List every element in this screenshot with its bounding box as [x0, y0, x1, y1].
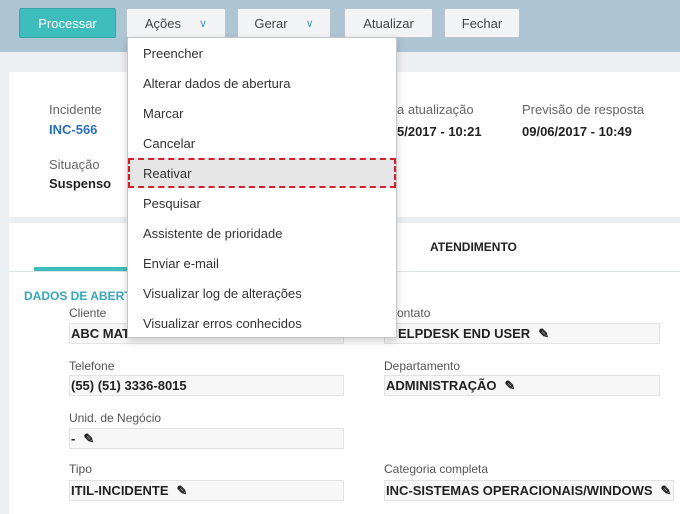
- categoria-label: Categoria completa: [384, 462, 489, 476]
- contato-label: ontato: [397, 306, 431, 320]
- contato-value: ELPDESK END USER: [398, 326, 531, 341]
- incidente-label: Incidente: [49, 102, 102, 117]
- unidade-field[interactable]: - ✎: [69, 428, 344, 449]
- tipo-label: Tipo: [69, 462, 92, 476]
- fechar-button[interactable]: Fechar: [444, 8, 520, 38]
- departamento-value: ADMINISTRAÇÃO: [386, 378, 497, 393]
- acoes-dropdown-menu: Preencher Alterar dados de abertura Marc…: [127, 37, 397, 338]
- previsao-label: Previsão de resposta: [522, 102, 645, 117]
- chevron-down-icon: ∨: [305, 17, 314, 30]
- atualizar-button[interactable]: Atualizar: [344, 8, 433, 38]
- menu-item-assistente-prioridade[interactable]: Assistente de prioridade: [128, 218, 396, 248]
- gerar-label: Gerar: [254, 15, 288, 31]
- pencil-icon[interactable]: ✎: [177, 483, 188, 499]
- menu-item-preencher[interactable]: Preencher: [128, 38, 396, 68]
- menu-item-cancelar[interactable]: Cancelar: [128, 128, 396, 158]
- menu-item-visualizar-log[interactable]: Visualizar log de alterações: [128, 278, 396, 308]
- chevron-down-icon: ∨: [199, 17, 208, 30]
- departamento-label: Departamento: [384, 359, 461, 373]
- pencil-icon[interactable]: ✎: [661, 483, 672, 499]
- departamento-field[interactable]: ADMINISTRAÇÃO ✎: [384, 375, 660, 396]
- unidade-value: -: [71, 431, 76, 446]
- contato-field[interactable]: ELPDESK END USER ✎: [384, 323, 660, 344]
- categoria-value: INC-SISTEMAS OPERACIONAIS/WINDOWS: [386, 483, 653, 498]
- atualizacao-value: 5/2017 - 10:21: [397, 124, 482, 139]
- menu-item-alterar-dados-abertura[interactable]: Alterar dados de abertura: [128, 68, 396, 98]
- fechar-label: Fechar: [461, 15, 503, 31]
- processar-button[interactable]: Processar: [19, 8, 116, 38]
- telefone-label: Telefone: [69, 359, 115, 373]
- menu-item-enviar-email[interactable]: Enviar e-mail: [128, 248, 396, 278]
- atualizar-label: Atualizar: [363, 15, 414, 31]
- tipo-field[interactable]: ITIL-INCIDENTE ✎: [69, 480, 344, 501]
- section-dados-abertura-title: DADOS DE ABERT: [24, 289, 132, 303]
- incidente-link[interactable]: INC-566: [49, 122, 97, 137]
- menu-item-visualizar-erros[interactable]: Visualizar erros conhecidos: [128, 308, 396, 338]
- menu-item-reativar[interactable]: Reativar: [128, 158, 396, 188]
- situacao-value: Suspenso: [49, 176, 112, 191]
- situacao-label: Situação: [49, 157, 100, 172]
- pencil-icon[interactable]: ✎: [83, 431, 94, 447]
- telefone-value: (55) (51) 3336-8015: [71, 378, 187, 393]
- menu-item-marcar[interactable]: Marcar: [128, 98, 396, 128]
- tipo-value: ITIL-INCIDENTE: [71, 483, 169, 498]
- acoes-button[interactable]: Ações ∨: [126, 8, 226, 38]
- previsao-value: 09/06/2017 - 10:49: [522, 124, 632, 139]
- categoria-field[interactable]: INC-SISTEMAS OPERACIONAIS/WINDOWS ✎: [384, 480, 674, 501]
- acoes-label: Ações: [144, 15, 182, 31]
- processar-label: Processar: [38, 15, 97, 31]
- pencil-icon[interactable]: ✎: [505, 378, 516, 394]
- pencil-icon[interactable]: ✎: [538, 326, 549, 342]
- atualizacao-label: a atualização: [397, 102, 474, 117]
- cliente-value: ABC MAT: [71, 326, 130, 341]
- unidade-label: Unid. de Negócio: [69, 411, 162, 425]
- active-tab-indicator: [34, 267, 129, 271]
- telefone-field[interactable]: (55) (51) 3336-8015: [69, 375, 344, 396]
- tab-atendimento[interactable]: ATENDIMENTO: [430, 240, 517, 254]
- menu-item-pesquisar[interactable]: Pesquisar: [128, 188, 396, 218]
- cliente-label: Cliente: [69, 306, 107, 320]
- gerar-button[interactable]: Gerar ∨: [237, 8, 331, 38]
